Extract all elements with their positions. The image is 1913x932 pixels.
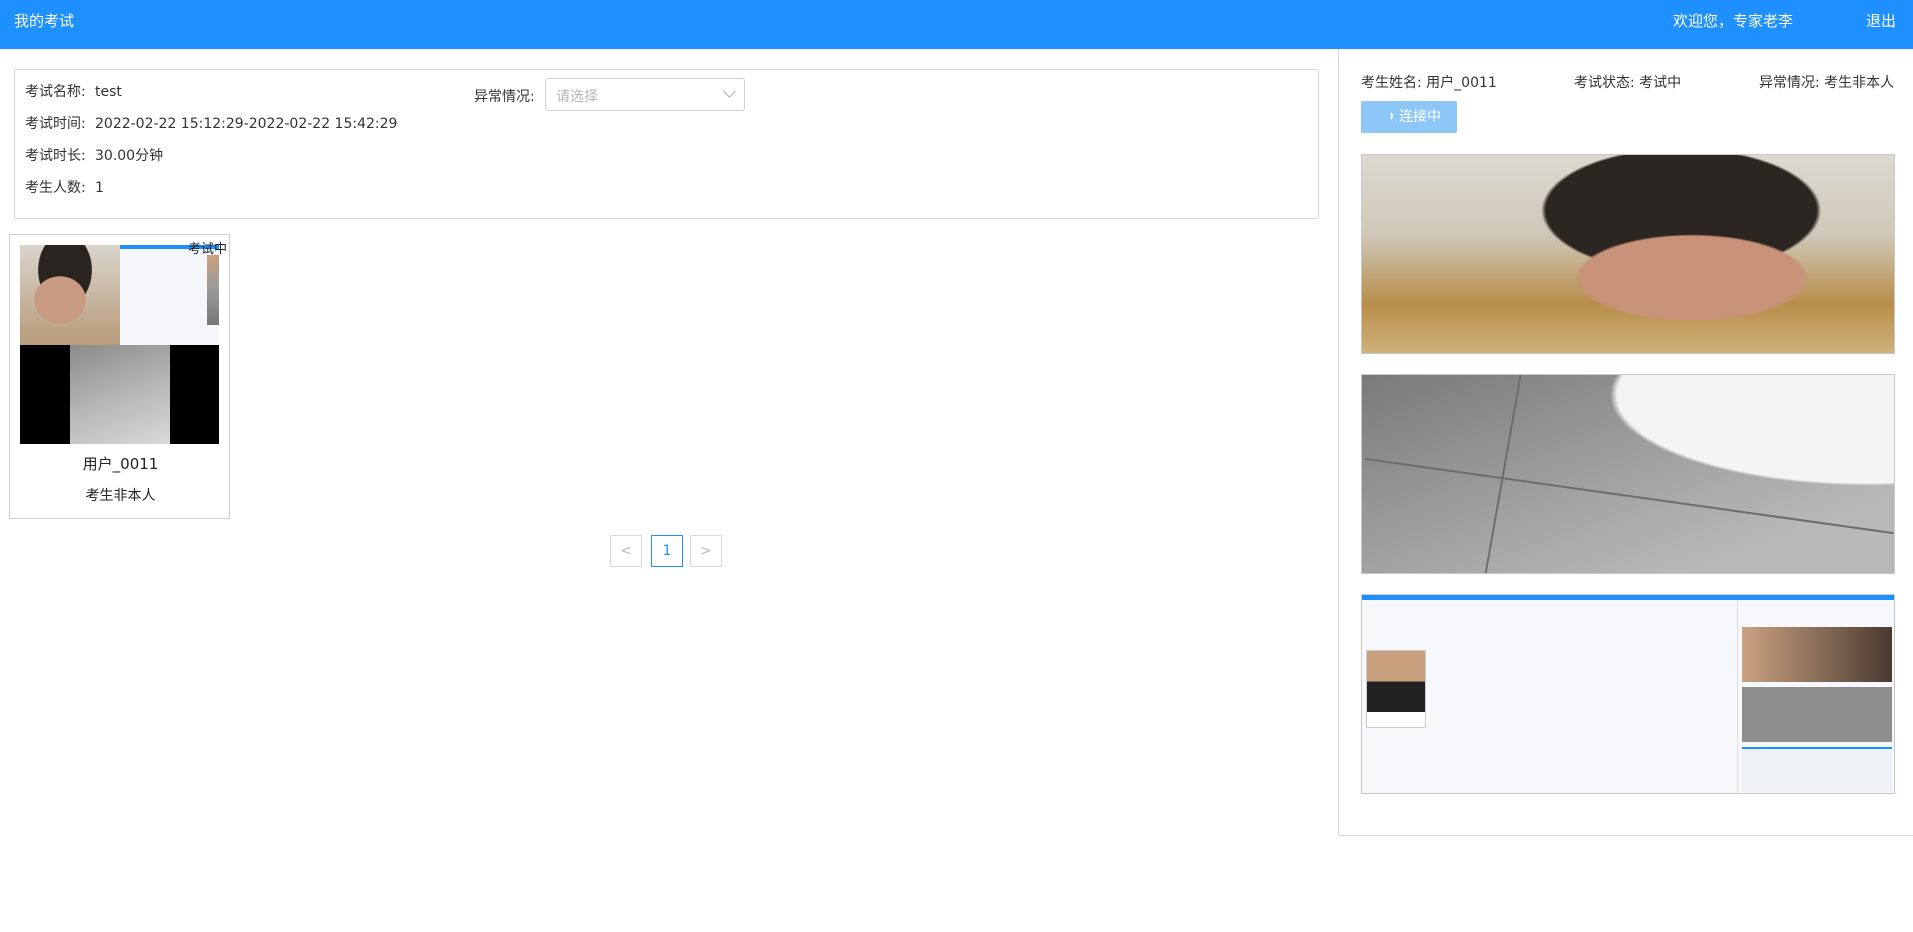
examinee-thumbnail[interactable] — [20, 245, 219, 444]
exam-duration-value: 30.00分钟 — [95, 148, 164, 164]
examinee-name: 用户_0011 — [82, 455, 159, 473]
pagination-prev-button[interactable]: < — [610, 535, 642, 567]
exam-info-panel: 考试名称: test 考试时间: 2022-02-22 15:12:29-2022-… — [14, 69, 1319, 219]
exam-duration-label: 考试时长: — [25, 148, 86, 164]
nav-title-my-exams[interactable]: 我的考试 — [14, 10, 74, 31]
pagination-page-1[interactable]: 1 — [651, 535, 683, 567]
exam-duration-row: 考试时长: 30.00分钟 — [25, 145, 163, 165]
welcome-text: 欢迎您，专家老李 — [1673, 12, 1794, 30]
loading-spinner-icon — [1383, 111, 1393, 121]
phone-camera-video-feed[interactable] — [1361, 374, 1895, 574]
exam-name-value: test — [95, 84, 122, 100]
logout-link[interactable]: 退出 — [1866, 10, 1896, 31]
detail-exam-status: 考试状态: 考试中 — [1574, 75, 1682, 91]
connecting-button[interactable]: 连接中 — [1361, 101, 1457, 133]
exam-name-row: 考试名称: test — [25, 81, 122, 101]
camera-thumbnail — [20, 245, 120, 345]
pagination-next-button[interactable]: > — [690, 535, 722, 567]
abnormal-filter-select[interactable]: 请选择 — [545, 78, 745, 111]
exam-time-value: 2022-02-22 15:12:29-2022-02-22 15:42:29 — [95, 116, 398, 132]
examinee-count-value: 1 — [95, 180, 104, 196]
examinee-abnormal-status: 考生非本人 — [85, 488, 156, 504]
screen-thumbnail — [120, 245, 219, 345]
examinee-detail-panel: 考生姓名: 用户_0011 考试状态: 考试中 异常情况: 考生非本人 连接中 — [1338, 49, 1913, 836]
phone-camera-thumbnail — [70, 345, 170, 444]
examinee-card[interactable]: 考试中 用户_0011 考生非本人 — [9, 234, 230, 519]
abnormal-filter-label: 异常情况: — [474, 89, 535, 105]
top-nav-bar: 我的考试 欢迎您，专家老李 退出 — [0, 0, 1913, 49]
chevron-down-icon — [723, 85, 736, 98]
examinee-count-label: 考生人数: — [25, 180, 86, 196]
screen-share-video-feed[interactable] — [1361, 594, 1895, 794]
abnormal-filter-placeholder: 请选择 — [556, 89, 598, 105]
exam-time-row: 考试时间: 2022-02-22 15:12:29-2022-02-22 15:4… — [25, 113, 397, 133]
webcam-video-feed[interactable] — [1361, 154, 1895, 354]
exam-time-label: 考试时间: — [25, 116, 86, 132]
detail-examinee-name: 考生姓名: 用户_0011 — [1361, 75, 1497, 91]
examinee-count-row: 考生人数: 1 — [25, 177, 104, 197]
connecting-button-label: 连接中 — [1399, 109, 1441, 125]
exam-status-badge: 考试中 — [187, 242, 227, 257]
detail-abnormal-status: 异常情况: 考生非本人 — [1759, 75, 1895, 91]
exam-name-label: 考试名称: — [25, 84, 86, 100]
